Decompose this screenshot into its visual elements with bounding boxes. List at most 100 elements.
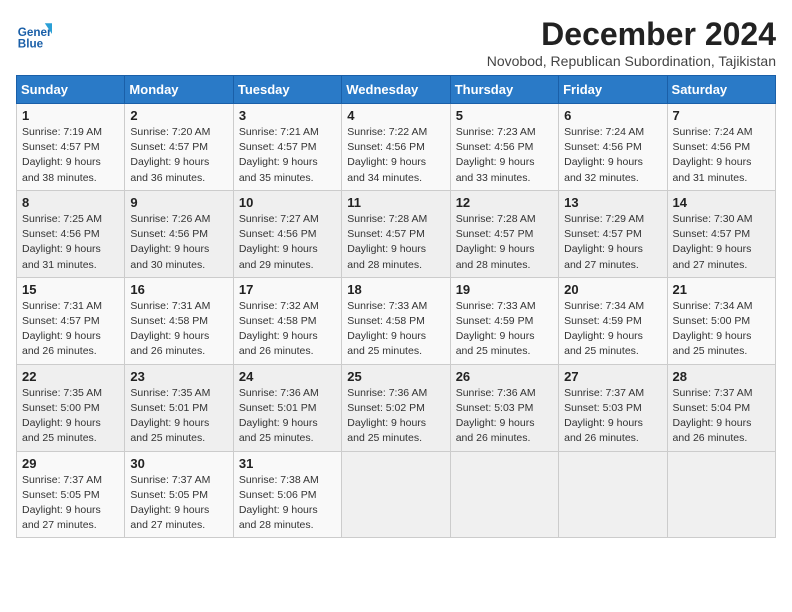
calendar-cell: 26 Sunrise: 7:36 AMSunset: 5:03 PMDaylig… bbox=[450, 364, 558, 451]
day-info: Sunrise: 7:28 AMSunset: 4:57 PMDaylight:… bbox=[347, 213, 427, 271]
day-info: Sunrise: 7:34 AMSunset: 5:00 PMDaylight:… bbox=[673, 300, 753, 358]
page-header: General Blue December 2024 Novobod, Repu… bbox=[16, 16, 776, 69]
calendar-table: SundayMondayTuesdayWednesdayThursdayFrid… bbox=[16, 75, 776, 538]
calendar-cell: 17 Sunrise: 7:32 AMSunset: 4:58 PMDaylig… bbox=[233, 277, 341, 364]
day-number: 27 bbox=[564, 369, 661, 384]
calendar-cell: 4 Sunrise: 7:22 AMSunset: 4:56 PMDayligh… bbox=[342, 104, 450, 191]
day-number: 26 bbox=[456, 369, 553, 384]
day-number: 20 bbox=[564, 282, 661, 297]
day-number: 29 bbox=[22, 456, 119, 471]
day-number: 17 bbox=[239, 282, 336, 297]
month-title: December 2024 bbox=[487, 16, 776, 53]
calendar-cell: 12 Sunrise: 7:28 AMSunset: 4:57 PMDaylig… bbox=[450, 190, 558, 277]
location-subtitle: Novobod, Republican Subordination, Tajik… bbox=[487, 53, 776, 69]
day-number: 24 bbox=[239, 369, 336, 384]
calendar-cell: 29 Sunrise: 7:37 AMSunset: 5:05 PMDaylig… bbox=[17, 451, 125, 538]
calendar-cell: 21 Sunrise: 7:34 AMSunset: 5:00 PMDaylig… bbox=[667, 277, 775, 364]
calendar-cell: 8 Sunrise: 7:25 AMSunset: 4:56 PMDayligh… bbox=[17, 190, 125, 277]
day-number: 19 bbox=[456, 282, 553, 297]
day-of-week-header: Tuesday bbox=[233, 76, 341, 104]
day-info: Sunrise: 7:24 AMSunset: 4:56 PMDaylight:… bbox=[673, 126, 753, 184]
calendar-cell: 16 Sunrise: 7:31 AMSunset: 4:58 PMDaylig… bbox=[125, 277, 233, 364]
calendar-cell bbox=[559, 451, 667, 538]
calendar-cell: 2 Sunrise: 7:20 AMSunset: 4:57 PMDayligh… bbox=[125, 104, 233, 191]
day-info: Sunrise: 7:26 AMSunset: 4:56 PMDaylight:… bbox=[130, 213, 210, 271]
calendar-cell: 27 Sunrise: 7:37 AMSunset: 5:03 PMDaylig… bbox=[559, 364, 667, 451]
day-info: Sunrise: 7:19 AMSunset: 4:57 PMDaylight:… bbox=[22, 126, 102, 184]
day-number: 11 bbox=[347, 195, 444, 210]
calendar-cell: 25 Sunrise: 7:36 AMSunset: 5:02 PMDaylig… bbox=[342, 364, 450, 451]
calendar-cell bbox=[450, 451, 558, 538]
day-info: Sunrise: 7:36 AMSunset: 5:02 PMDaylight:… bbox=[347, 387, 427, 445]
calendar-cell: 11 Sunrise: 7:28 AMSunset: 4:57 PMDaylig… bbox=[342, 190, 450, 277]
calendar-cell: 1 Sunrise: 7:19 AMSunset: 4:57 PMDayligh… bbox=[17, 104, 125, 191]
day-info: Sunrise: 7:36 AMSunset: 5:03 PMDaylight:… bbox=[456, 387, 536, 445]
day-number: 15 bbox=[22, 282, 119, 297]
day-info: Sunrise: 7:35 AMSunset: 5:00 PMDaylight:… bbox=[22, 387, 102, 445]
day-number: 2 bbox=[130, 108, 227, 123]
title-block: December 2024 Novobod, Republican Subord… bbox=[487, 16, 776, 69]
day-number: 8 bbox=[22, 195, 119, 210]
calendar-cell: 10 Sunrise: 7:27 AMSunset: 4:56 PMDaylig… bbox=[233, 190, 341, 277]
day-of-week-header: Thursday bbox=[450, 76, 558, 104]
day-info: Sunrise: 7:29 AMSunset: 4:57 PMDaylight:… bbox=[564, 213, 644, 271]
day-info: Sunrise: 7:23 AMSunset: 4:56 PMDaylight:… bbox=[456, 126, 536, 184]
day-info: Sunrise: 7:21 AMSunset: 4:57 PMDaylight:… bbox=[239, 126, 319, 184]
day-number: 6 bbox=[564, 108, 661, 123]
day-of-week-header: Saturday bbox=[667, 76, 775, 104]
day-number: 9 bbox=[130, 195, 227, 210]
day-info: Sunrise: 7:20 AMSunset: 4:57 PMDaylight:… bbox=[130, 126, 210, 184]
day-info: Sunrise: 7:37 AMSunset: 5:05 PMDaylight:… bbox=[130, 474, 210, 532]
day-number: 23 bbox=[130, 369, 227, 384]
day-info: Sunrise: 7:31 AMSunset: 4:58 PMDaylight:… bbox=[130, 300, 210, 358]
day-info: Sunrise: 7:35 AMSunset: 5:01 PMDaylight:… bbox=[130, 387, 210, 445]
day-info: Sunrise: 7:33 AMSunset: 4:59 PMDaylight:… bbox=[456, 300, 536, 358]
calendar-cell: 31 Sunrise: 7:38 AMSunset: 5:06 PMDaylig… bbox=[233, 451, 341, 538]
day-info: Sunrise: 7:28 AMSunset: 4:57 PMDaylight:… bbox=[456, 213, 536, 271]
calendar-cell: 14 Sunrise: 7:30 AMSunset: 4:57 PMDaylig… bbox=[667, 190, 775, 277]
calendar-cell: 5 Sunrise: 7:23 AMSunset: 4:56 PMDayligh… bbox=[450, 104, 558, 191]
day-number: 22 bbox=[22, 369, 119, 384]
day-info: Sunrise: 7:32 AMSunset: 4:58 PMDaylight:… bbox=[239, 300, 319, 358]
day-info: Sunrise: 7:24 AMSunset: 4:56 PMDaylight:… bbox=[564, 126, 644, 184]
logo: General Blue bbox=[16, 16, 52, 52]
day-number: 30 bbox=[130, 456, 227, 471]
calendar-cell: 23 Sunrise: 7:35 AMSunset: 5:01 PMDaylig… bbox=[125, 364, 233, 451]
day-info: Sunrise: 7:30 AMSunset: 4:57 PMDaylight:… bbox=[673, 213, 753, 271]
day-number: 31 bbox=[239, 456, 336, 471]
day-info: Sunrise: 7:27 AMSunset: 4:56 PMDaylight:… bbox=[239, 213, 319, 271]
calendar-cell: 13 Sunrise: 7:29 AMSunset: 4:57 PMDaylig… bbox=[559, 190, 667, 277]
calendar-cell: 7 Sunrise: 7:24 AMSunset: 4:56 PMDayligh… bbox=[667, 104, 775, 191]
calendar-cell: 18 Sunrise: 7:33 AMSunset: 4:58 PMDaylig… bbox=[342, 277, 450, 364]
day-of-week-header: Wednesday bbox=[342, 76, 450, 104]
logo-icon: General Blue bbox=[16, 16, 52, 52]
calendar-cell: 9 Sunrise: 7:26 AMSunset: 4:56 PMDayligh… bbox=[125, 190, 233, 277]
calendar-cell: 30 Sunrise: 7:37 AMSunset: 5:05 PMDaylig… bbox=[125, 451, 233, 538]
calendar-cell: 20 Sunrise: 7:34 AMSunset: 4:59 PMDaylig… bbox=[559, 277, 667, 364]
svg-text:Blue: Blue bbox=[18, 38, 44, 51]
day-of-week-header: Sunday bbox=[17, 76, 125, 104]
day-info: Sunrise: 7:36 AMSunset: 5:01 PMDaylight:… bbox=[239, 387, 319, 445]
day-info: Sunrise: 7:37 AMSunset: 5:05 PMDaylight:… bbox=[22, 474, 102, 532]
calendar-cell: 6 Sunrise: 7:24 AMSunset: 4:56 PMDayligh… bbox=[559, 104, 667, 191]
day-info: Sunrise: 7:37 AMSunset: 5:04 PMDaylight:… bbox=[673, 387, 753, 445]
day-of-week-header: Friday bbox=[559, 76, 667, 104]
day-number: 12 bbox=[456, 195, 553, 210]
day-info: Sunrise: 7:38 AMSunset: 5:06 PMDaylight:… bbox=[239, 474, 319, 532]
calendar-cell: 22 Sunrise: 7:35 AMSunset: 5:00 PMDaylig… bbox=[17, 364, 125, 451]
day-number: 4 bbox=[347, 108, 444, 123]
day-number: 13 bbox=[564, 195, 661, 210]
day-number: 3 bbox=[239, 108, 336, 123]
day-number: 1 bbox=[22, 108, 119, 123]
day-info: Sunrise: 7:31 AMSunset: 4:57 PMDaylight:… bbox=[22, 300, 102, 358]
day-info: Sunrise: 7:37 AMSunset: 5:03 PMDaylight:… bbox=[564, 387, 644, 445]
calendar-cell: 15 Sunrise: 7:31 AMSunset: 4:57 PMDaylig… bbox=[17, 277, 125, 364]
day-number: 14 bbox=[673, 195, 770, 210]
calendar-cell: 3 Sunrise: 7:21 AMSunset: 4:57 PMDayligh… bbox=[233, 104, 341, 191]
day-info: Sunrise: 7:25 AMSunset: 4:56 PMDaylight:… bbox=[22, 213, 102, 271]
day-number: 21 bbox=[673, 282, 770, 297]
day-info: Sunrise: 7:33 AMSunset: 4:58 PMDaylight:… bbox=[347, 300, 427, 358]
day-number: 16 bbox=[130, 282, 227, 297]
day-of-week-header: Monday bbox=[125, 76, 233, 104]
calendar-cell bbox=[342, 451, 450, 538]
